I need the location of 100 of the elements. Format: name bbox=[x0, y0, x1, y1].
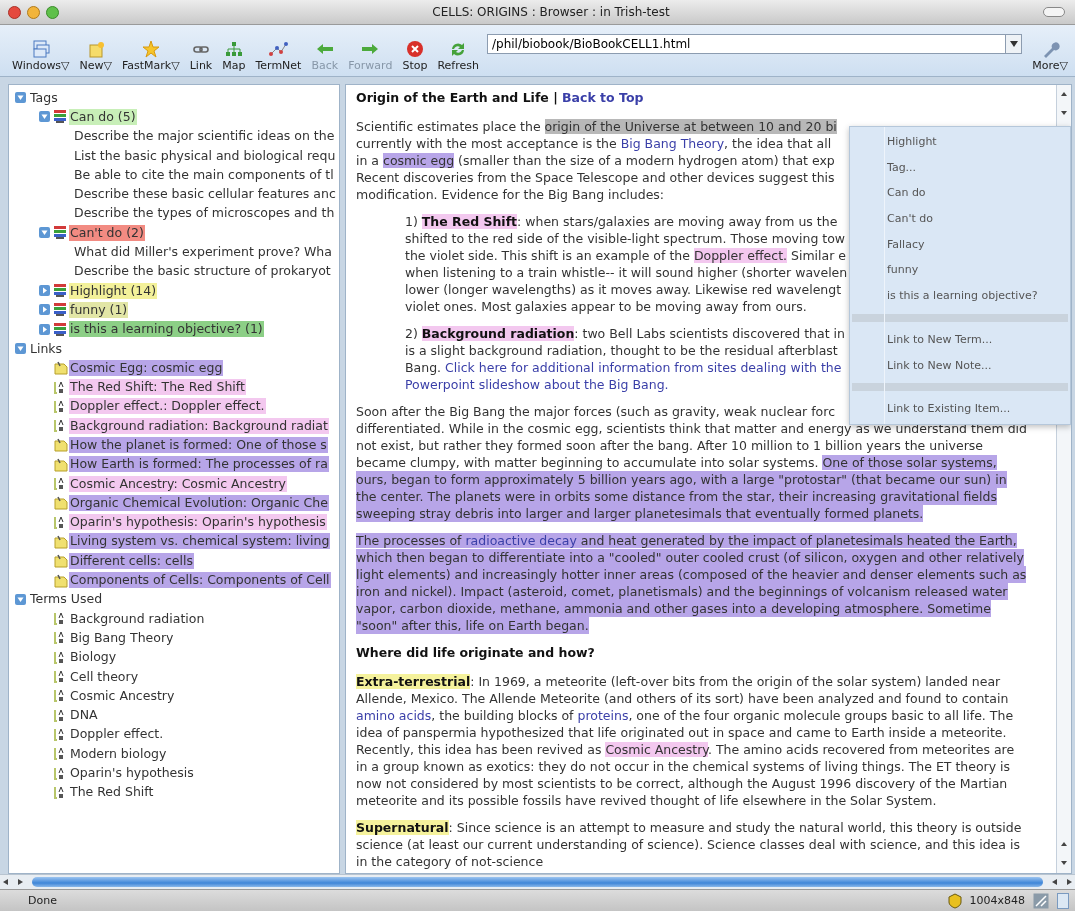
link[interactable]: Click here for additional information from sites dealing with the bbox=[445, 360, 842, 375]
tree-item[interactable]: Cosmic Ancestry bbox=[69, 687, 176, 704]
tree-item[interactable]: Living system vs. chemical system: living bbox=[69, 533, 331, 550]
more-button[interactable]: More▽ bbox=[1028, 40, 1072, 72]
paragraph-line: Supernatural: Since science is an attempt to measure and study the natural world, this theory is outside bbox=[356, 819, 1022, 836]
tree-item[interactable]: DNA bbox=[69, 707, 99, 724]
tree-item[interactable]: is this a learning objective? (1) bbox=[69, 321, 264, 338]
tree-item[interactable]: The Red Shift: The Red Shift bbox=[69, 379, 246, 396]
tree-item[interactable]: Big Bang Theory bbox=[69, 629, 175, 646]
tree-item[interactable]: Describe these basic cellular features anc bbox=[73, 186, 337, 203]
new-button[interactable]: New▽ bbox=[75, 40, 116, 72]
tree-item[interactable]: Oparin's hypothesis bbox=[69, 765, 195, 782]
highlighted-text: light elements) and increasingly hotter inner areas (composed of the heavier and denser elements such as bbox=[356, 566, 1027, 583]
menu-item[interactable]: is this a learning objective? bbox=[850, 283, 1070, 309]
windows-button[interactable]: Windows▽ bbox=[8, 40, 74, 72]
map-button[interactable]: Map bbox=[218, 40, 250, 72]
tree-item[interactable]: Cell theory bbox=[69, 668, 140, 685]
menu-item[interactable]: Link to New Term... bbox=[850, 326, 1070, 353]
paragraph-line: Recent discoveries from the Space Telescope and other devices suggest this bbox=[356, 169, 835, 186]
link[interactable]: Powerpoint slideshow about the Big Bang. bbox=[405, 376, 669, 393]
tree-item[interactable]: Background radiation bbox=[69, 610, 206, 627]
menu-item[interactable]: funny bbox=[850, 257, 1070, 284]
link[interactable]: Back to Top bbox=[562, 90, 644, 105]
window-size-text: 1004x848 bbox=[969, 894, 1025, 907]
paragraph-line: meteorite and its possible fossils have revived thought of life elsewhere in the Solar System. bbox=[356, 792, 937, 809]
tree-item[interactable]: Cosmic Egg: cosmic egg bbox=[69, 359, 224, 376]
tag-icon bbox=[53, 283, 68, 299]
menu-item[interactable]: Link to New Note... bbox=[850, 352, 1070, 379]
note-icon bbox=[53, 437, 68, 453]
paragraph-line: Recently, this idea has been revived as Cosmic Ancestry. The amino acids recovered from meteorites are bbox=[356, 741, 1015, 758]
paragraph-line: is a slight background radiation, thought to be the residual afterblast bbox=[405, 342, 838, 359]
star-icon bbox=[140, 40, 161, 58]
tree-item[interactable]: Can do (5) bbox=[69, 108, 137, 125]
resize-icon bbox=[1033, 892, 1049, 909]
network-icon bbox=[268, 40, 289, 58]
tree-item[interactable]: Doppler effect. bbox=[69, 726, 165, 743]
paragraph-line: Scientific estimates place the origin of the Universe at between 10 and 20 bi bbox=[356, 118, 837, 135]
fastmark-button[interactable]: FastMark▽ bbox=[118, 40, 184, 72]
highlighted-text: One of those solar systems, bbox=[822, 455, 997, 470]
tree-item[interactable]: Components of Cells: Components of Cell bbox=[69, 572, 331, 589]
tag-icon bbox=[53, 321, 68, 337]
highlighted-text: Cosmic Ancestry bbox=[605, 742, 708, 757]
tree-item[interactable]: How the planet is formed: One of those s bbox=[69, 437, 328, 453]
tree-item[interactable]: Doppler effect.: Doppler effect. bbox=[69, 398, 266, 415]
highlighted-text: Doppler effect. bbox=[693, 248, 788, 263]
tree-item[interactable]: funny (1) bbox=[69, 301, 129, 318]
tree-section[interactable]: Links bbox=[29, 340, 64, 357]
paragraph-line: in a group known as exotics: they do not occur in the chemical systems of living things. The ET theory is bbox=[356, 758, 1011, 775]
menu-item[interactable]: Link to Existing Item... bbox=[850, 396, 1070, 422]
stop-button[interactable]: Stop bbox=[398, 40, 432, 72]
highlighted-text: cosmic egg bbox=[383, 153, 455, 168]
tree-item[interactable]: Can't do (2) bbox=[69, 224, 145, 241]
termnet-button[interactable]: TermNet bbox=[251, 40, 306, 72]
tree-item[interactable]: Cosmic Ancestry: Cosmic Ancestry bbox=[69, 475, 287, 492]
paragraph-line: shifted to the red side of the visible-light spectrum. Those moving tow bbox=[405, 230, 846, 247]
highlighted-text: Supernatural bbox=[356, 820, 449, 835]
tree-section[interactable]: Terms Used bbox=[29, 591, 104, 608]
tree-item[interactable]: How Earth is formed: The processes of ra bbox=[69, 456, 329, 473]
note-icon bbox=[53, 553, 68, 569]
highlighted-text: iron and nickel). Impact (asteroid, comet, planetismals) and the beginnings of volcanism released water bbox=[356, 583, 1008, 600]
menu-item[interactable]: Tag... bbox=[850, 154, 1070, 181]
menu-item[interactable]: Can do bbox=[850, 180, 1070, 207]
tree-item[interactable]: Describe the basic structure of prokaryot bbox=[73, 263, 332, 280]
paragraph-line: idea of panspermia hypothesized that life originated out in space and came to Earth inside a meteorite. bbox=[356, 724, 1007, 741]
link[interactable]: radioactive decay bbox=[465, 533, 577, 548]
window-title: CELLS: ORIGINS : Browser : in Trish-test bbox=[431, 5, 671, 19]
paragraph-line: violet ones. Most galaxies appear to be moving away from ours. bbox=[405, 298, 807, 315]
tree-item[interactable]: Biology bbox=[69, 649, 118, 666]
tree-item[interactable]: Organic Chemical Evolution: Organic Che bbox=[69, 494, 329, 511]
tree-item[interactable]: Be able to cite the main components of tl bbox=[73, 166, 335, 183]
tag-icon bbox=[53, 302, 68, 318]
paragraph-line: now not considered by most scientists to be correct, although the August 1996 discovery of the Martian bbox=[356, 775, 1008, 792]
tree-item[interactable]: Describe the types of microscopes and th bbox=[73, 205, 336, 222]
address-field[interactable]: /phil/biobook/BioBookCELL1.html bbox=[486, 34, 1007, 54]
link[interactable]: Big Bang Theory bbox=[620, 136, 725, 151]
note-icon bbox=[53, 495, 68, 511]
tree-item[interactable]: Describe the major scientific ideas on the bbox=[73, 128, 336, 145]
horizontal-scroll-thumb[interactable] bbox=[32, 877, 1043, 887]
tree-item[interactable]: Highlight (14) bbox=[69, 282, 158, 299]
zoom-window-icon bbox=[46, 5, 59, 19]
tree-item[interactable]: List the basic physical and biological requ bbox=[73, 147, 337, 164]
section-heading: Where did life originate and how? bbox=[356, 644, 596, 661]
stop-icon bbox=[404, 40, 425, 58]
paragraph-line: 2) Background radiation: two Bell Labs scientists discovered that in bbox=[405, 325, 845, 342]
tree-item[interactable]: Modern biology bbox=[69, 745, 168, 762]
paragraph-line: lower (longer wavelengths) as it moves away. Likewise red wavelengt bbox=[405, 281, 842, 298]
tree-item[interactable]: What did Miller's experiment prove? Wha bbox=[73, 244, 333, 260]
tree-item[interactable]: The Red Shift bbox=[69, 784, 155, 801]
dropdown-button[interactable] bbox=[1006, 34, 1023, 54]
link[interactable]: proteins bbox=[577, 708, 629, 723]
tree-item[interactable]: Different cells: cells bbox=[69, 552, 194, 569]
tree-item[interactable]: Oparin's hypothesis: Oparin's hypothesis bbox=[69, 514, 327, 531]
note-icon bbox=[53, 456, 68, 472]
menu-item[interactable]: Can't do bbox=[850, 206, 1070, 232]
link-button[interactable]: Link bbox=[185, 40, 217, 72]
refresh-button[interactable]: Refresh bbox=[433, 40, 483, 72]
menu-item[interactable]: Fallacy bbox=[850, 231, 1070, 258]
tree-section[interactable]: Tags bbox=[29, 89, 59, 106]
tree-item[interactable]: Background radiation: Background radiat bbox=[69, 417, 329, 434]
menu-item[interactable]: Highlight bbox=[850, 129, 1070, 155]
